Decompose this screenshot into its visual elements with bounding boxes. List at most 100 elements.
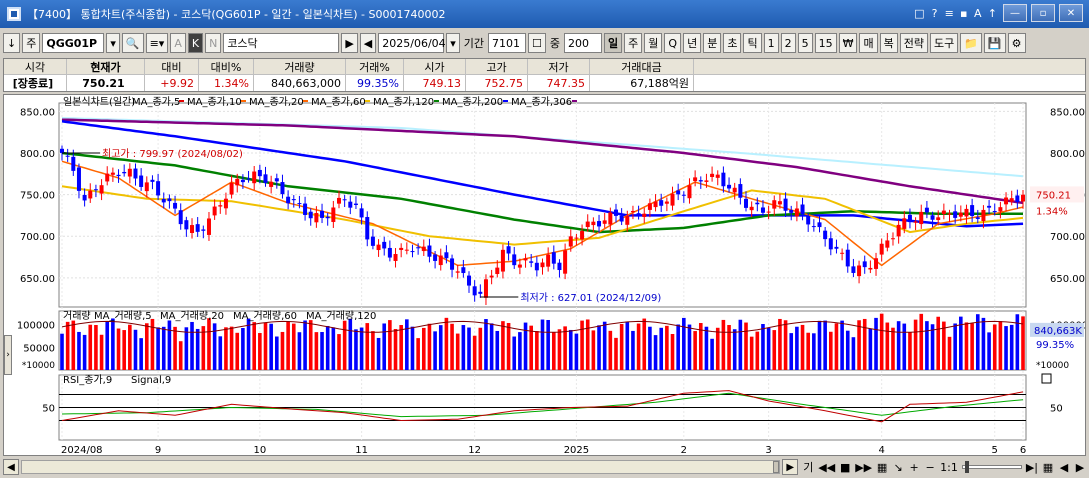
interval-year-button[interactable]: 년 [683, 33, 702, 53]
volume-bar [721, 319, 726, 370]
candle-body [817, 222, 822, 228]
zoom-slider[interactable] [961, 461, 1022, 473]
candle-body [263, 174, 268, 183]
candle-body [845, 249, 850, 267]
window-icon-1[interactable]: □ [912, 4, 926, 22]
chart-svg[interactable]: 850.00850.00800.00800.00750.00750.00700.… [4, 95, 1085, 455]
candle-body [563, 250, 568, 274]
interval-day-button[interactable]: 일 [604, 33, 623, 53]
volume-bar [925, 321, 929, 370]
quote-header: 시가 [404, 59, 465, 75]
buy-button[interactable]: 매 [859, 33, 878, 53]
volume-bar [665, 325, 669, 370]
volume-bar [410, 326, 415, 370]
interval-minute-button[interactable]: 분 [703, 33, 722, 53]
volume-bar [919, 313, 924, 370]
tools-button[interactable]: 도구 [929, 33, 959, 53]
folder-icon[interactable]: 📁 [960, 33, 982, 53]
close-button[interactable]: ✕ [1059, 4, 1083, 22]
menu-icon[interactable]: ≡ [943, 4, 956, 22]
minimize-button[interactable]: — [1003, 4, 1027, 22]
name-field[interactable]: 코스닥 [223, 33, 340, 53]
panel-toggle-icon[interactable]: › [4, 335, 12, 375]
volume-legend-item: MA_거래량,60 [233, 310, 297, 322]
candle-body [65, 155, 70, 157]
interval-quarter-button[interactable]: Q [664, 33, 682, 53]
candle-body [325, 216, 330, 219]
volume-bar [405, 319, 409, 370]
volume-bar [936, 316, 941, 370]
down-arrow-button[interactable]: ↓ [3, 33, 21, 53]
save-icon[interactable]: 💾 [983, 33, 1006, 53]
volume-bar [823, 320, 827, 370]
candle-body [704, 180, 709, 182]
rewind-icon[interactable]: ◀◀ [818, 461, 835, 474]
max-price-label: 최고가 : 799.97 (2024/08/02) [102, 148, 243, 160]
volume-bar [421, 327, 426, 370]
jong-selector[interactable]: 주 [22, 33, 41, 53]
candle-body [218, 205, 223, 207]
last-icon[interactable]: ▶| [1026, 461, 1038, 474]
number-1-button[interactable]: 1 [763, 33, 779, 53]
volume-bar [800, 324, 805, 370]
interval-second-button[interactable]: 초 [723, 33, 742, 53]
number-2-button[interactable]: 2 [780, 33, 796, 53]
minus-icon[interactable]: − [924, 461, 936, 474]
interval-tick-button[interactable]: 틱 [743, 33, 762, 53]
a-button[interactable]: A [170, 33, 186, 53]
help-icon[interactable]: ? [929, 4, 941, 22]
code-dropdown-icon[interactable]: ▾ [106, 33, 120, 53]
n-button[interactable]: N [205, 33, 222, 53]
ratio-label[interactable]: 1:1 [940, 461, 958, 474]
volume-bar [563, 326, 567, 370]
grid-icon[interactable]: ▦ [1042, 461, 1054, 474]
scroll-left-button[interactable]: ◀ [3, 459, 19, 475]
code-input[interactable]: QGG01P [42, 33, 105, 53]
ma-line-cyan [61, 117, 1024, 178]
quote-value: 747.35 [546, 76, 586, 90]
chart-area[interactable]: 850.00850.00800.00800.00750.00750.00700.… [3, 94, 1086, 456]
next-button[interactable]: ▶ [341, 33, 358, 53]
prev-page-icon[interactable]: ◀ [1058, 461, 1070, 474]
maximize-button[interactable]: ▫ [1031, 4, 1055, 22]
check-icon[interactable]: ☐ [528, 33, 546, 53]
number-5-button[interactable]: 5 [797, 33, 813, 53]
count-input[interactable]: 200 [564, 33, 603, 53]
volume-bar [320, 332, 324, 370]
pin-icon[interactable]: ↑ [986, 4, 999, 22]
candle-body [156, 181, 161, 196]
scroll-right-button[interactable]: ▶ [782, 459, 799, 475]
candle-body [308, 211, 313, 219]
forward-icon[interactable]: ▶▶ [855, 461, 872, 474]
won-button[interactable]: ₩ [838, 33, 858, 53]
interval-month-button[interactable]: 월 [644, 33, 663, 53]
font-icon[interactable]: A [972, 4, 984, 22]
candle-body [998, 207, 1003, 212]
stop-icon[interactable]: ■ [839, 461, 851, 474]
volume-bar [325, 325, 330, 370]
prev-button[interactable]: ◀ [359, 33, 377, 53]
copy-button[interactable]: 복 [879, 33, 898, 53]
settings-icon[interactable]: ⚙ [1007, 33, 1026, 53]
volume-bar [710, 338, 714, 370]
candle-body [710, 173, 715, 177]
search-icon[interactable]: 🔍 [121, 33, 144, 53]
scroll-thumb[interactable] [773, 461, 780, 473]
k-button[interactable]: K [187, 33, 204, 53]
zoom-out-icon[interactable]: ↘ [892, 461, 904, 474]
number-15-button[interactable]: 15 [814, 33, 837, 53]
period-icon[interactable]: 기 [802, 459, 814, 475]
next-page-icon[interactable]: ▶ [1074, 461, 1086, 474]
strategy-button[interactable]: 전략 [899, 33, 928, 53]
table-icon[interactable]: ▦ [876, 461, 888, 474]
horizontal-scrollbar[interactable] [21, 460, 781, 474]
volume-current-text: 840,663K [1034, 326, 1082, 337]
zoom-in-icon[interactable]: + [908, 461, 920, 474]
date-dropdown-icon[interactable]: ▾ [446, 33, 460, 53]
candle-body [410, 251, 415, 253]
date-input[interactable]: 2025/06/04 [378, 33, 446, 53]
list-icon[interactable]: ≡▾ [145, 33, 169, 53]
interval-week-button[interactable]: 주 [624, 33, 643, 53]
layout-icon[interactable]: ▪ [958, 4, 970, 22]
period-input[interactable]: 7101 [488, 33, 527, 53]
